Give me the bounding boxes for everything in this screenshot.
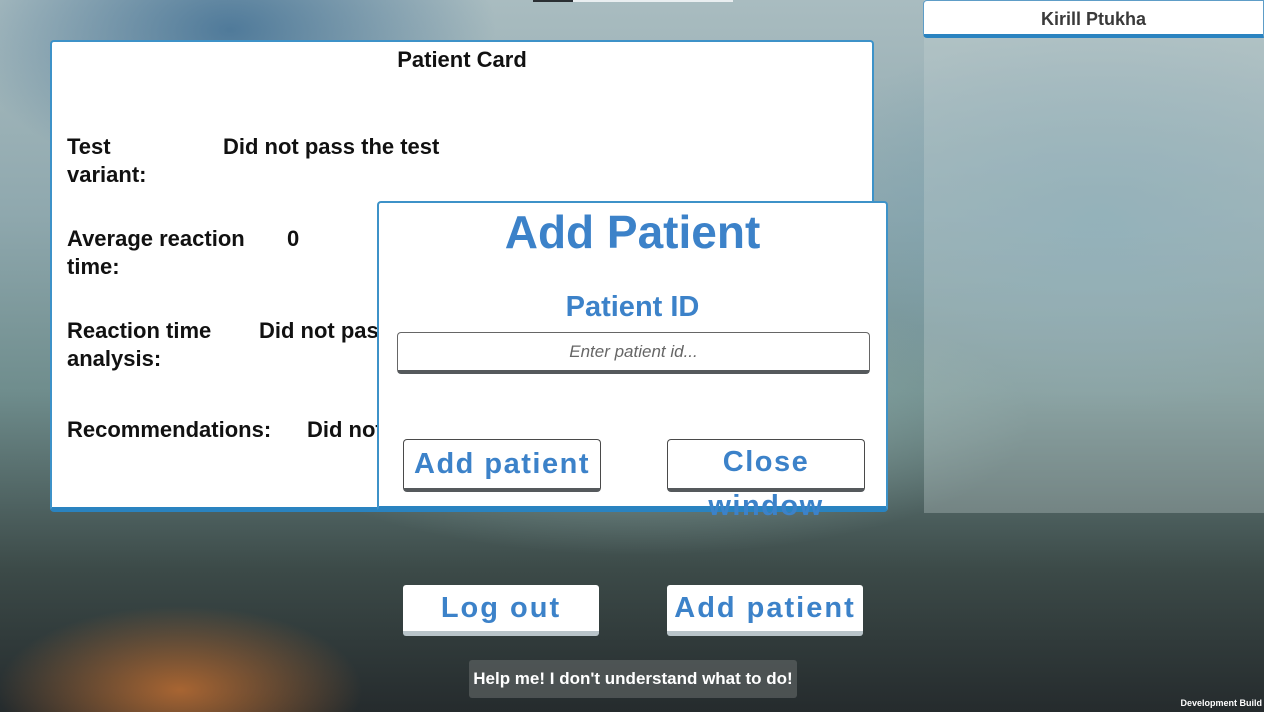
add-patient-dialog: Add Patient Patient ID Add patient Close… — [377, 201, 888, 522]
patient-id-input[interactable] — [397, 332, 870, 374]
field-label-test-variant: Test variant: — [67, 134, 147, 187]
field-label-average-reaction-time: Average reaction time: — [67, 226, 245, 279]
logout-button[interactable]: Log out — [403, 585, 599, 636]
top-edge-strip — [533, 0, 733, 2]
close-window-button[interactable]: Close window — [667, 439, 865, 522]
user-side-panel — [924, 0, 1264, 513]
dialog-title: Add Patient — [504, 206, 761, 258]
field-value-test-variant: Did not pass the test — [223, 134, 440, 159]
add-patient-submit-button[interactable]: Add patient — [403, 439, 601, 492]
field-label-recommendations: Recommendations: — [67, 417, 272, 442]
field-value-average-reaction-time: 0 — [287, 226, 300, 251]
field-value-reaction-time-analysis: Did not pas — [259, 318, 379, 343]
field-value-recommendations: Did not — [307, 417, 383, 442]
development-build-label: Development Build — [1180, 698, 1262, 708]
patient-id-label: Patient ID — [565, 291, 700, 323]
patient-card-title: Patient Card — [397, 47, 527, 72]
add-patient-button[interactable]: Add patient — [667, 585, 863, 636]
user-name-badge[interactable]: Kirill Ptukha — [923, 0, 1264, 38]
help-button[interactable]: Help me! I don't understand what to do! — [469, 660, 797, 698]
field-label-reaction-time-analysis: Reaction time analysis: — [67, 318, 212, 371]
